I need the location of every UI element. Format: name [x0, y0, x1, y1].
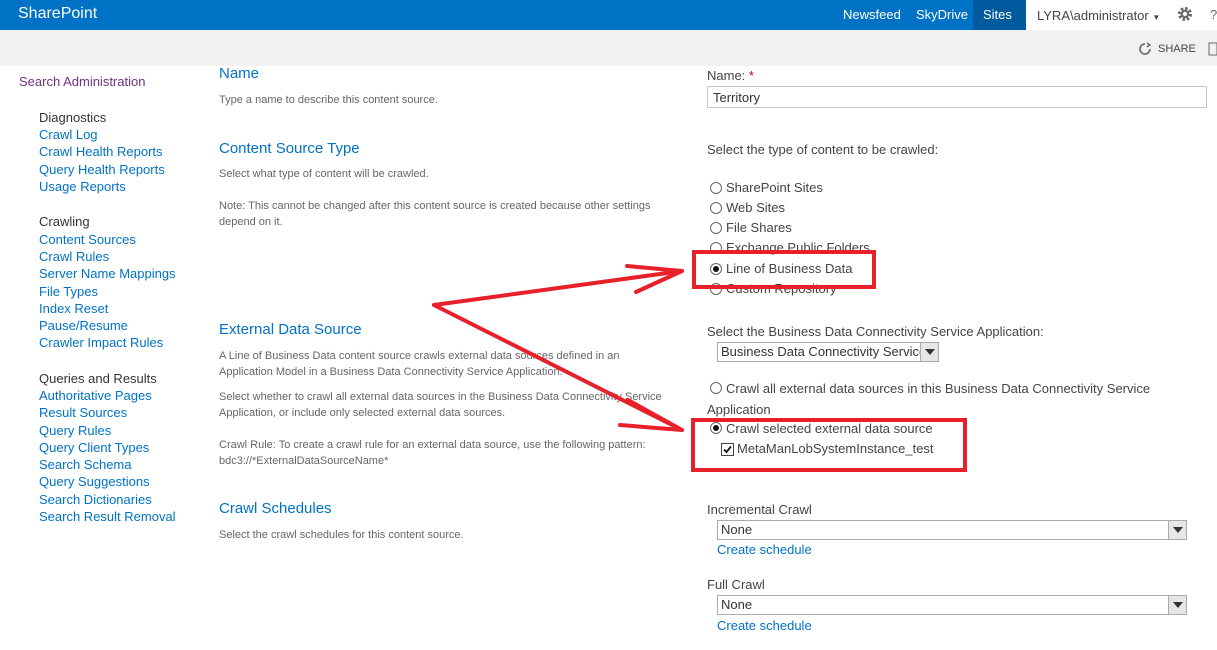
chevron-down-icon [1168, 521, 1186, 539]
nav-item-search-schema[interactable]: Search Schema [39, 457, 132, 472]
skydrive-link[interactable]: SkyDrive [916, 7, 968, 22]
focus-icon[interactable] [1208, 42, 1217, 56]
chevron-down-icon [1168, 596, 1186, 614]
newsfeed-link[interactable]: Newsfeed [843, 7, 901, 22]
name-section-title: Name [219, 65, 260, 82]
name-input[interactable]: Territory [707, 86, 1207, 108]
full-crawl-value: None [721, 597, 753, 612]
gear-icon[interactable] [1176, 5, 1194, 23]
radio-label-crawl-all: Crawl all external data sources in this … [726, 381, 1151, 396]
nav-item-crawl-rules[interactable]: Crawl Rules [39, 249, 109, 264]
crawl-schedules-desc: Select the crawl schedules for this cont… [219, 529, 464, 541]
full-crawl-select[interactable]: None [717, 595, 1187, 615]
nav-item-usage-reports[interactable]: Usage Reports [39, 179, 126, 194]
nav-item-pause-resume[interactable]: Pause/Resume [39, 318, 128, 333]
name-input-value: Territory [713, 90, 760, 105]
bdc-service-select[interactable]: Business Data Connectivity Service [717, 342, 939, 362]
incremental-crawl-select[interactable]: None [717, 520, 1187, 540]
nav-item-query-health-reports[interactable]: Query Health Reports [39, 162, 165, 177]
radio-file-shares[interactable] [710, 222, 722, 234]
nav-heading-diagnostics: Diagnostics [39, 110, 107, 125]
nav-item-index-reset[interactable]: Index Reset [39, 301, 108, 316]
nav-item-crawl-log[interactable]: Crawl Log [39, 127, 98, 142]
nav-search-administration[interactable]: Search Administration [19, 74, 145, 89]
sites-link[interactable]: Sites [983, 7, 1012, 22]
radio-web-sites[interactable] [710, 202, 722, 214]
annotation-box-lob [692, 250, 876, 289]
external-data-desc-1: A Line of Business Data content source c… [219, 350, 620, 378]
external-data-desc-3: Crawl Rule: To create a crawl rule for a… [219, 439, 646, 467]
nav-item-query-client-types[interactable]: Query Client Types [39, 440, 149, 455]
share-icon[interactable] [1138, 42, 1152, 56]
user-name: LYRA\administrator [1037, 8, 1149, 23]
nav-item-crawl-health-reports[interactable]: Crawl Health Reports [39, 144, 163, 159]
nav-item-query-rules[interactable]: Query Rules [39, 423, 111, 438]
nav-item-result-sources[interactable]: Result Sources [39, 405, 127, 420]
external-data-desc-2: Select whether to crawl all external dat… [219, 391, 662, 419]
chevron-down-icon [920, 343, 938, 361]
bdc-service-value: Business Data Connectivity Service [721, 344, 927, 359]
radio-label-sharepoint-sites: SharePoint Sites [726, 180, 823, 195]
radio-crawl-all-sources[interactable] [710, 382, 722, 394]
full-crawl-label: Full Crawl [707, 577, 765, 592]
nav-item-server-name-mappings[interactable]: Server Name Mappings [39, 266, 176, 281]
incremental-crawl-value: None [721, 522, 753, 537]
incremental-crawl-label: Incremental Crawl [707, 502, 812, 517]
nav-item-search-result-removal[interactable]: Search Result Removal [39, 509, 176, 524]
external-data-section-title: External Data Source [219, 321, 362, 338]
name-section-desc: Type a name to describe this content sou… [219, 94, 438, 106]
user-menu[interactable]: LYRA\administrator ▼ [1037, 8, 1160, 23]
nav-heading-crawling: Crawling [39, 214, 90, 229]
help-icon[interactable]: ? [1210, 7, 1217, 22]
ribbon-bar [0, 30, 1217, 66]
content-type-desc: Select what type of content will be craw… [219, 168, 429, 180]
crawl-schedules-section-title: Crawl Schedules [219, 500, 332, 517]
annotation-box-selected-source [691, 418, 967, 472]
radio-sharepoint-sites[interactable] [710, 182, 722, 194]
nav-item-query-suggestions[interactable]: Query Suggestions [39, 474, 150, 489]
content-type-section-title: Content Source Type [219, 140, 360, 157]
bdc-service-prompt: Select the Business Data Connectivity Se… [707, 324, 1044, 339]
nav-item-authoritative-pages[interactable]: Authoritative Pages [39, 388, 152, 403]
radio-label-crawl-all-cont: Application [707, 402, 771, 417]
create-incremental-schedule-link[interactable]: Create schedule [717, 542, 812, 557]
share-button[interactable]: SHARE [1158, 43, 1196, 55]
name-field-label: Name: * [707, 68, 754, 83]
radio-label-file-shares: File Shares [726, 220, 792, 235]
nav-heading-queries-and-results: Queries and Results [39, 371, 157, 386]
content-type-note: Note: This cannot be changed after this … [219, 200, 651, 228]
chevron-down-icon: ▼ [1152, 13, 1161, 22]
annotation-arrow-upper [432, 269, 684, 307]
nav-item-content-sources[interactable]: Content Sources [39, 232, 136, 247]
nav-item-search-dictionaries[interactable]: Search Dictionaries [39, 492, 152, 507]
name-label-text: Name: [707, 68, 746, 83]
create-full-schedule-link[interactable]: Create schedule [717, 618, 812, 633]
nav-item-crawler-impact-rules[interactable]: Crawler Impact Rules [39, 335, 163, 350]
brand-logo[interactable]: SharePoint [18, 5, 97, 23]
content-type-prompt: Select the type of content to be crawled… [707, 142, 939, 157]
nav-item-file-types[interactable]: File Types [39, 284, 98, 299]
annotation-arrowhead-upper [625, 264, 684, 294]
radio-label-web-sites: Web Sites [726, 200, 786, 215]
required-marker: * [748, 68, 754, 83]
